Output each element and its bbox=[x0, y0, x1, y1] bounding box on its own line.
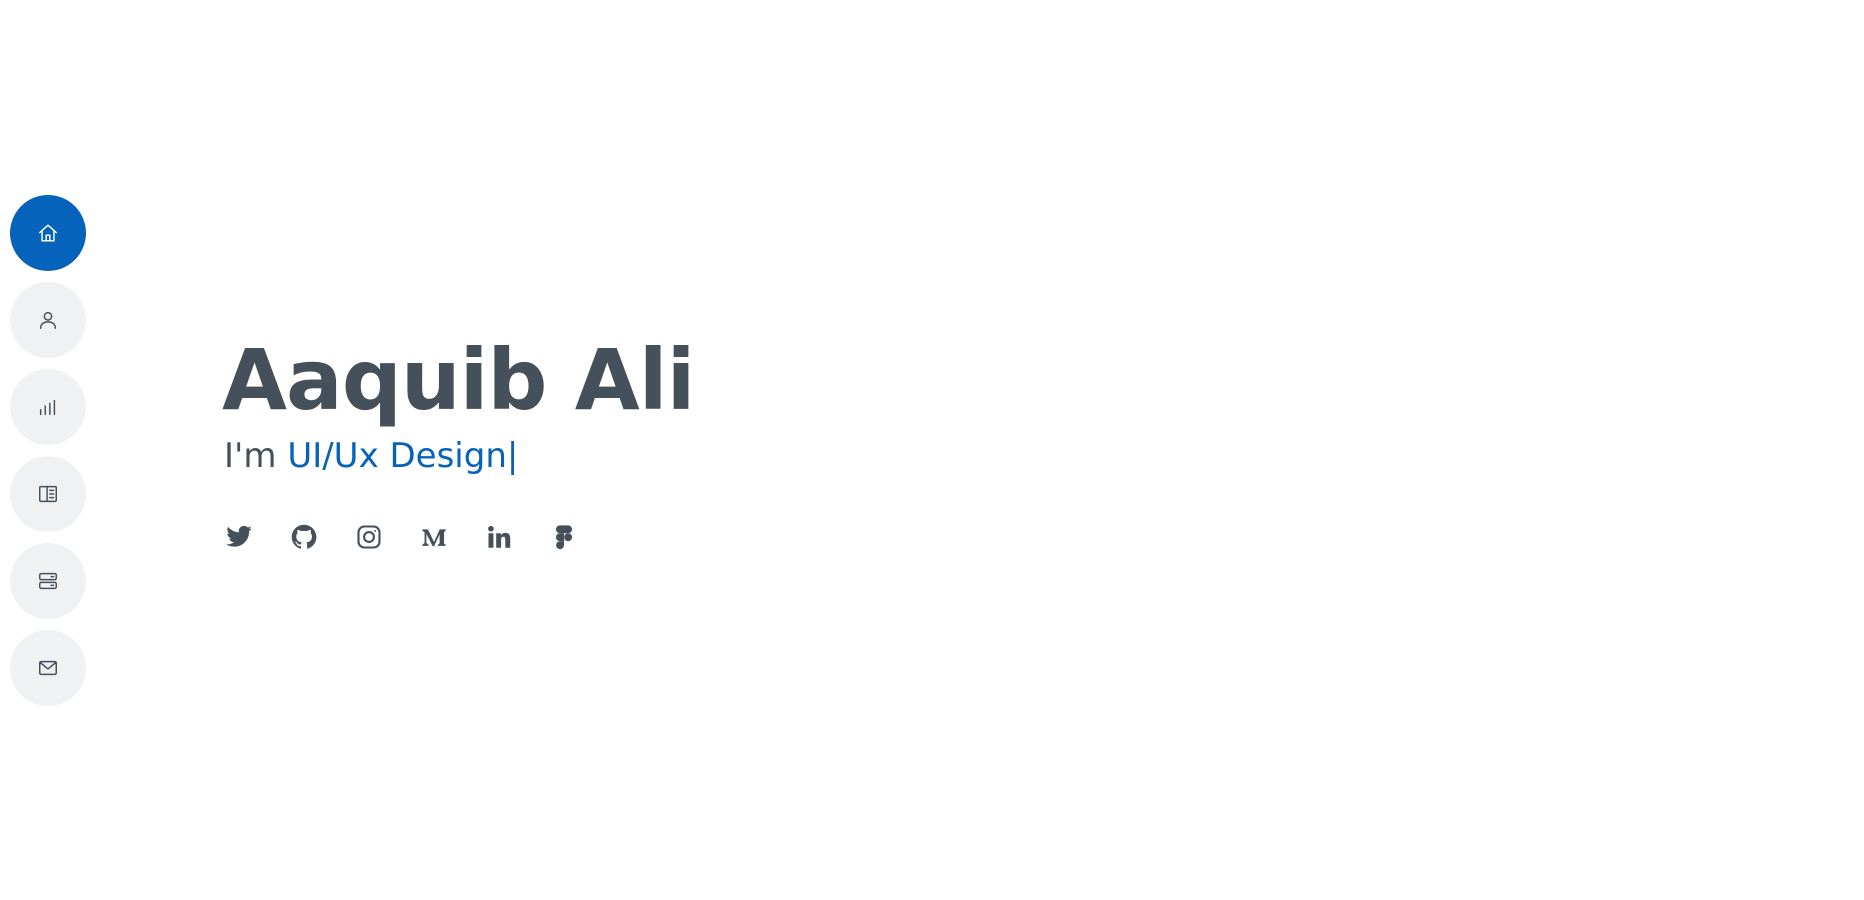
hero-section: Aaquib Ali I'm UI/Ux Design| bbox=[222, 330, 695, 552]
typed-role-text: UI/Ux Design| bbox=[287, 436, 519, 476]
bar-chart-icon bbox=[39, 399, 56, 416]
envelope-icon bbox=[39, 660, 57, 676]
linkedin-icon bbox=[488, 525, 511, 548]
hero-name: Aaquib Ali bbox=[222, 331, 695, 429]
side-navigation bbox=[10, 195, 86, 717]
nav-skills-button[interactable] bbox=[10, 369, 86, 445]
figma-link[interactable] bbox=[549, 522, 579, 552]
nav-resume-button[interactable] bbox=[10, 456, 86, 532]
instagram-link[interactable] bbox=[354, 522, 384, 552]
github-icon bbox=[291, 524, 317, 549]
github-link[interactable] bbox=[289, 522, 319, 552]
medium-link[interactable] bbox=[419, 522, 449, 552]
linkedin-link[interactable] bbox=[484, 522, 514, 552]
social-links bbox=[224, 522, 694, 552]
book-icon bbox=[39, 485, 57, 503]
figma-icon bbox=[555, 525, 573, 550]
twitter-icon bbox=[226, 525, 252, 547]
house-icon bbox=[39, 224, 57, 242]
nav-about-button[interactable] bbox=[10, 282, 86, 358]
twitter-link[interactable] bbox=[224, 522, 254, 552]
tagline-prefix: I'm bbox=[224, 436, 277, 476]
server-icon bbox=[39, 572, 57, 590]
hero-tagline: I'm UI/Ux Design| bbox=[224, 434, 694, 478]
nav-contact-button[interactable] bbox=[10, 630, 86, 706]
medium-icon bbox=[422, 529, 446, 547]
instagram-icon bbox=[357, 525, 381, 549]
nav-portfolio-button[interactable] bbox=[10, 543, 86, 619]
nav-home-button[interactable] bbox=[10, 195, 86, 271]
person-icon bbox=[39, 311, 57, 329]
